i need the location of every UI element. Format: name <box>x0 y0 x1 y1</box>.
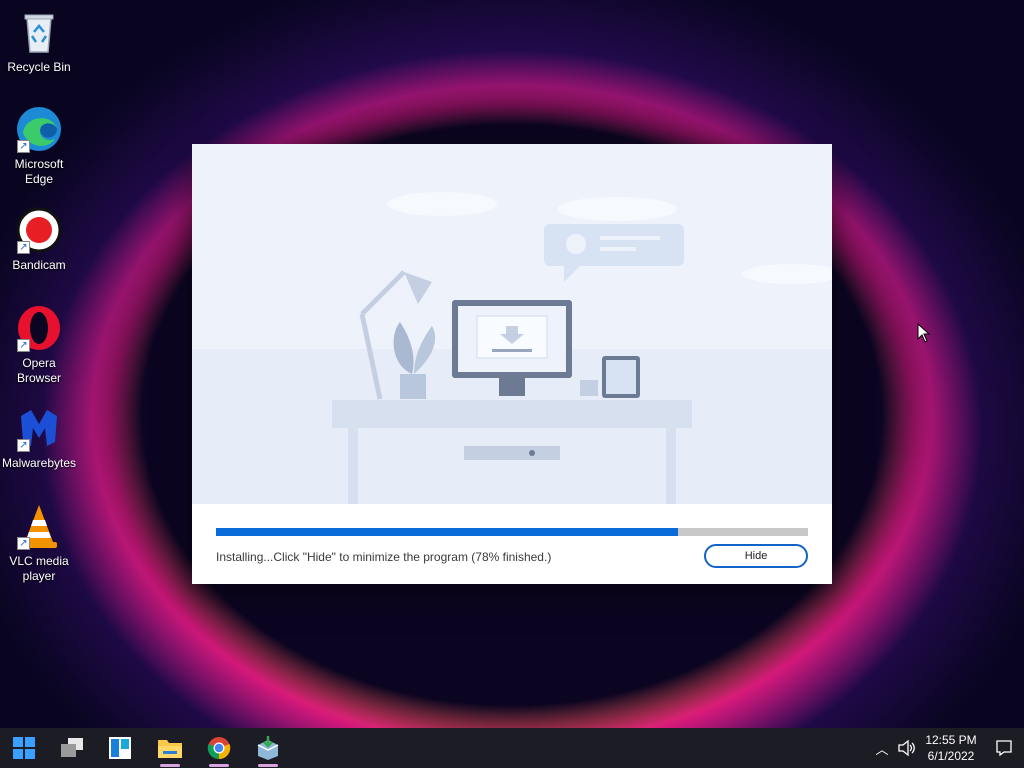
desktop-icon-edge[interactable]: ↗ Microsoft Edge <box>0 105 78 187</box>
clock-date: 6/1/2022 <box>927 749 975 763</box>
start-icon <box>13 737 35 759</box>
chrome-icon <box>207 737 231 760</box>
shortcut-arrow-icon: ↗ <box>17 439 30 452</box>
file-explorer-button[interactable] <box>150 728 190 768</box>
desktop-icon-label: Recycle Bin <box>7 60 71 74</box>
install-progress-bar <box>216 528 808 536</box>
desktop-icon-vlc[interactable]: ↗ VLC media player <box>0 502 78 584</box>
shortcut-arrow-icon: ↗ <box>17 241 30 254</box>
malwarebytes-icon: ↗ <box>15 404 63 452</box>
desktop-icon-recycle-bin[interactable]: Recycle Bin <box>0 8 78 75</box>
desktop-icon-label: Malwarebytes <box>1 456 77 470</box>
desktop-icon-bandicam[interactable]: ↗ Bandicam <box>0 206 78 273</box>
file-explorer-icon <box>158 740 182 758</box>
taskbar: ︿ 12:55 PM 6/1/2022 <box>0 728 1024 768</box>
running-indicator <box>258 764 278 767</box>
installer-app-button[interactable] <box>248 728 288 768</box>
shortcut-arrow-icon: ↗ <box>17 339 30 352</box>
hide-button[interactable]: Hide <box>704 544 808 568</box>
chrome-button[interactable] <box>199 728 239 768</box>
desktop-icon-label: Opera Browser <box>16 356 61 385</box>
install-progress-fill <box>216 528 678 536</box>
widgets-button[interactable] <box>100 728 140 768</box>
desktop-icon-malwarebytes[interactable]: ↗ Malwarebytes <box>0 404 78 471</box>
start-button[interactable] <box>4 728 44 768</box>
installer-window: Installing...Click "Hide" to minimize th… <box>192 144 832 584</box>
shortcut-arrow-icon: ↗ <box>17 140 30 153</box>
clock[interactable]: 12:55 PM 6/1/2022 <box>922 728 980 768</box>
widgets-icon <box>109 737 131 759</box>
desktop-icon-label: Microsoft Edge <box>14 157 64 186</box>
bandicam-icon: ↗ <box>15 206 63 254</box>
opera-icon: ↗ <box>15 304 63 352</box>
install-status-text: Installing...Click "Hide" to minimize th… <box>216 550 552 564</box>
running-indicator <box>160 764 180 767</box>
running-indicator <box>209 764 229 767</box>
desktop-icon-label: VLC media player <box>9 554 69 583</box>
speaker-icon <box>898 740 915 756</box>
task-view-button[interactable] <box>52 728 92 768</box>
shortcut-arrow-icon: ↗ <box>17 537 30 550</box>
installer-illustration <box>192 144 832 504</box>
mouse-cursor-icon <box>917 322 931 348</box>
edge-icon: ↗ <box>15 105 63 153</box>
task-view-icon <box>61 738 83 757</box>
desktop-icon-label: Bandicam <box>12 258 66 272</box>
vlc-icon: ↗ <box>15 502 63 550</box>
recycle-bin-icon <box>15 8 63 56</box>
desktop-icon-opera[interactable]: ↗ Opera Browser <box>0 304 78 386</box>
chevron-up-icon: ︿ <box>875 741 889 757</box>
installer-app-icon <box>257 736 279 760</box>
notification-icon <box>996 740 1012 756</box>
clock-time: 12:55 PM <box>925 733 977 747</box>
notifications-button[interactable] <box>984 728 1024 768</box>
volume-button[interactable] <box>893 728 921 768</box>
